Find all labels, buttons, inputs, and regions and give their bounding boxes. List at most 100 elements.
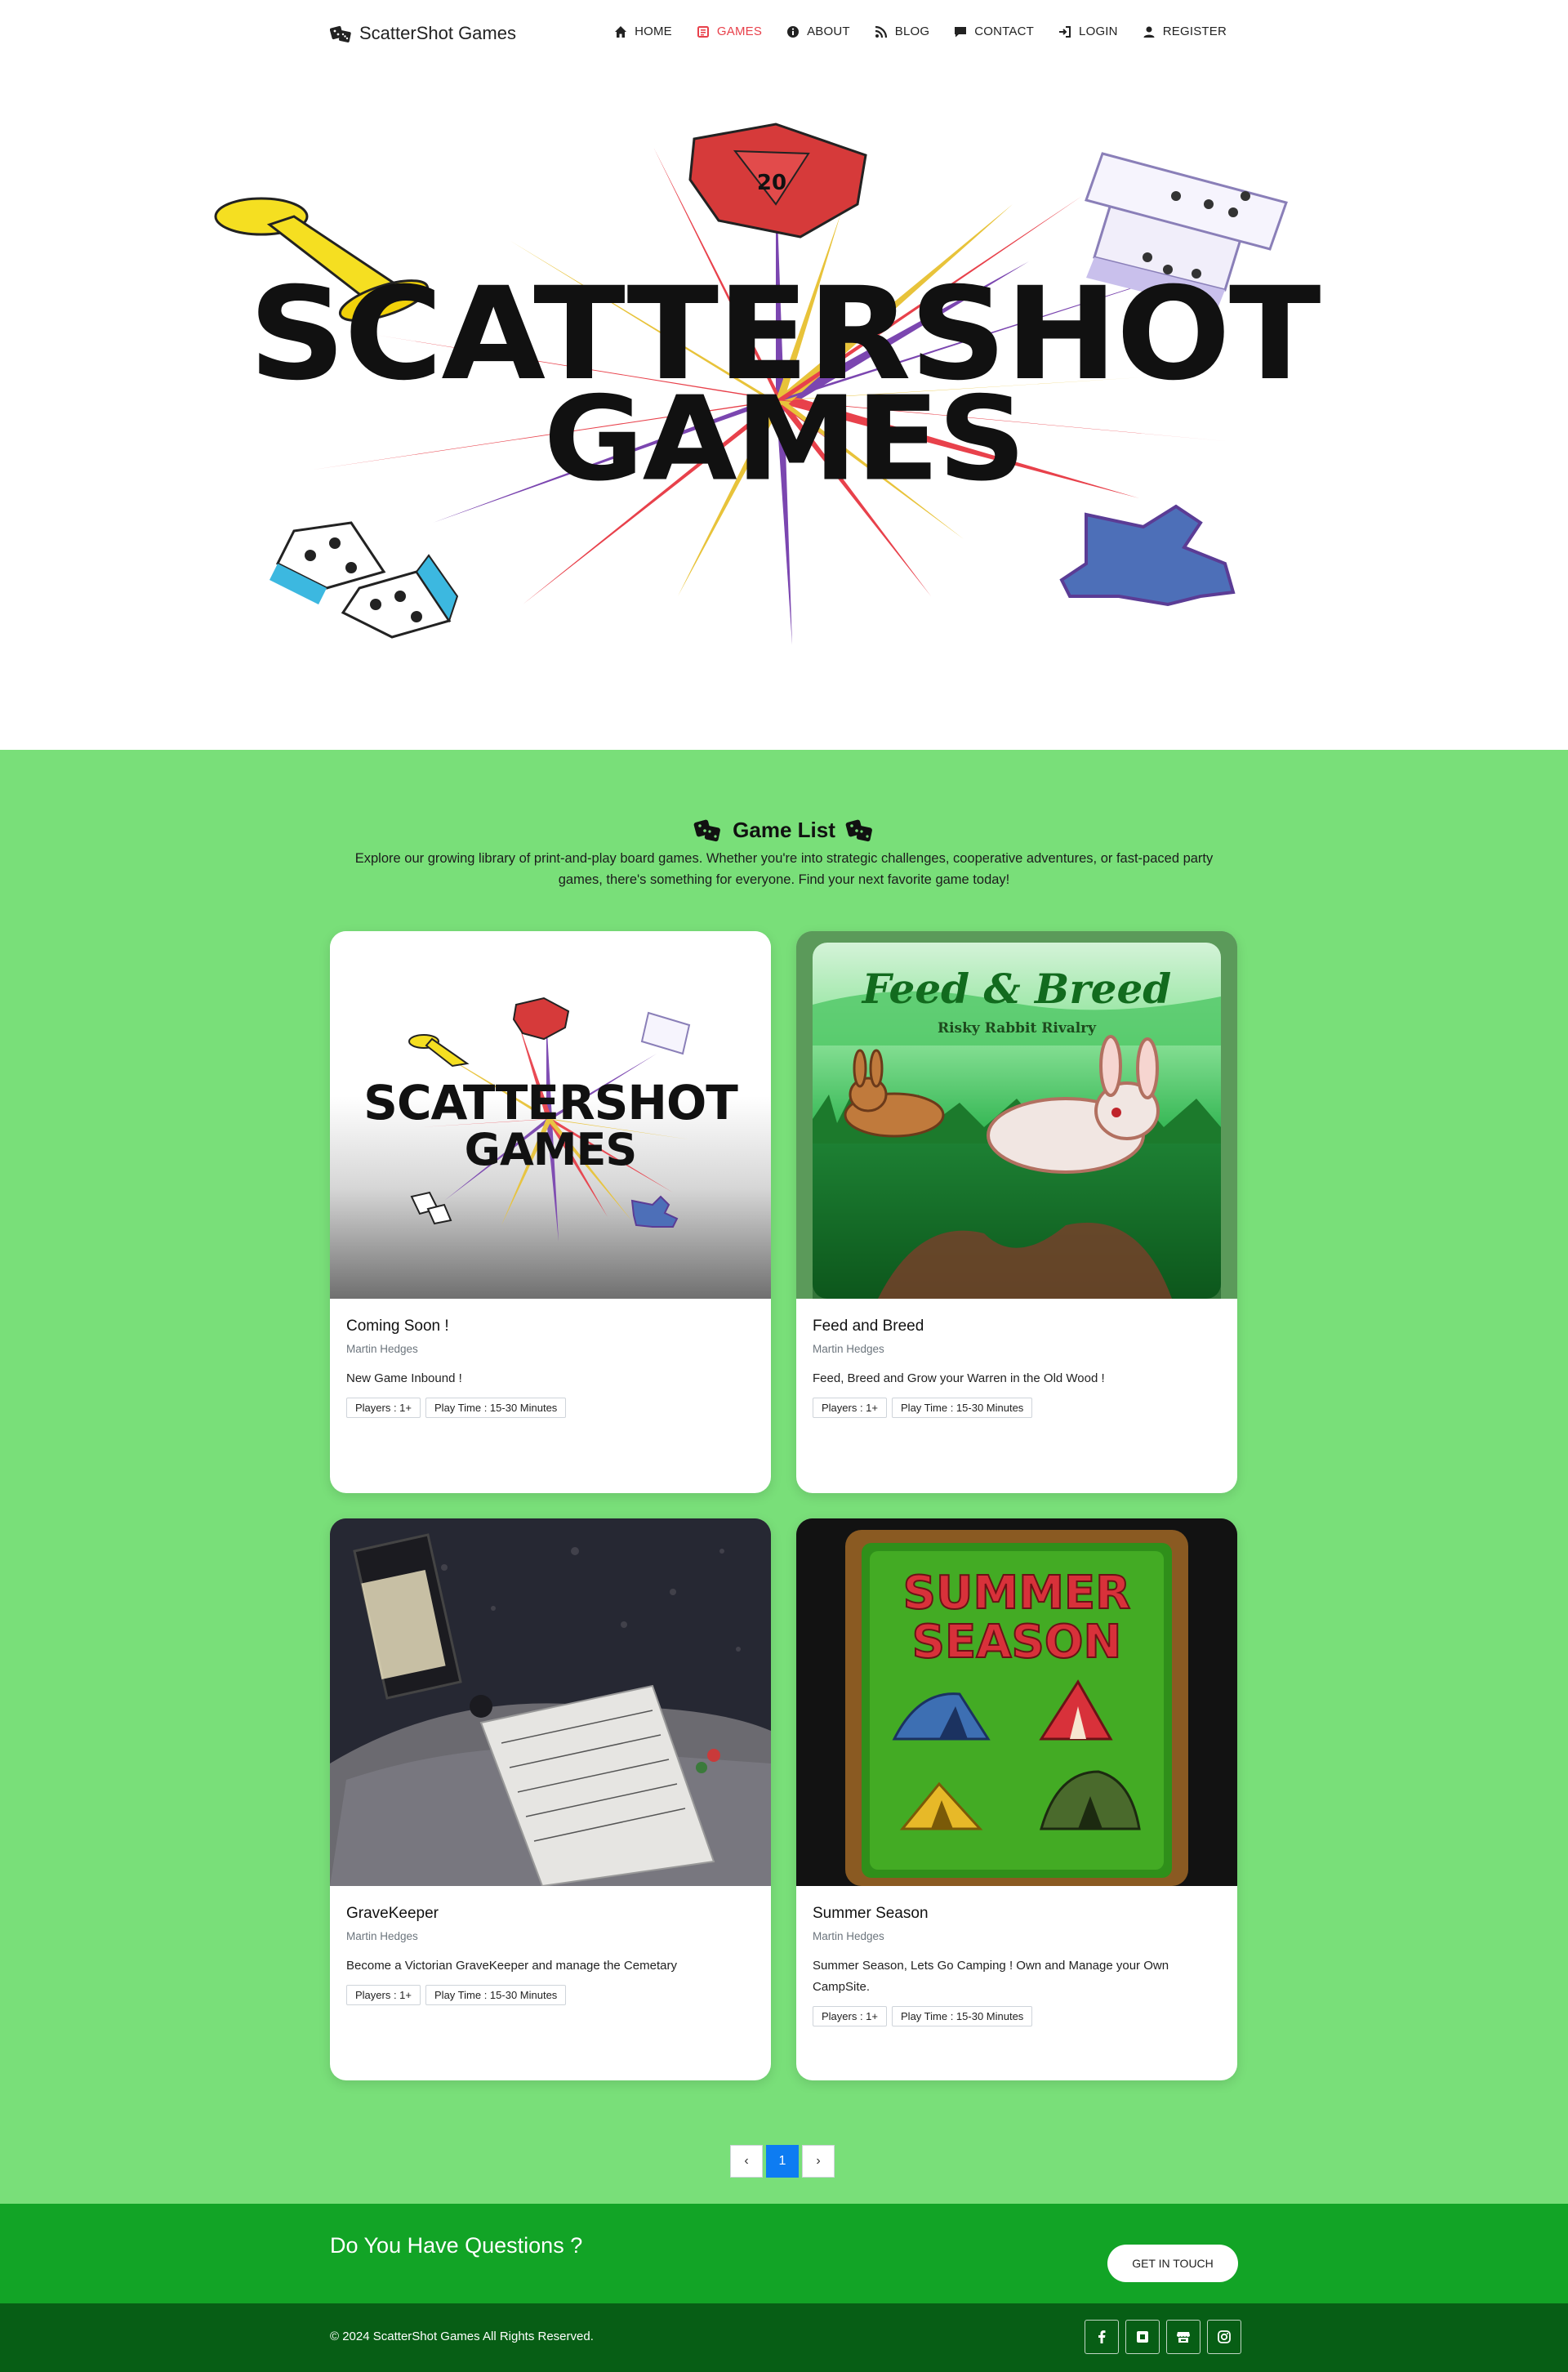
game-list-title: Game List	[0, 817, 1568, 843]
nav-games[interactable]: GAMES	[697, 25, 762, 38]
pagination-page-1[interactable]: 1	[766, 2145, 799, 2178]
login-icon	[1059, 25, 1071, 38]
feed-and-breed-cover: Feed & Breed Risky Rabbit Rivalry	[796, 931, 1237, 1299]
card-author: Martin Hedges	[346, 1343, 418, 1355]
instagram-link[interactable]	[1207, 2320, 1241, 2354]
svg-text:SCATTERSHOT: SCATTERSHOT	[363, 1075, 738, 1130]
svg-text:20: 20	[757, 171, 786, 195]
hero-banner: 20 SCATTERSHOT GAMES	[0, 69, 1568, 750]
hero-logo: 20 SCATTERSHOT GAMES	[214, 123, 1322, 645]
square-icon	[1137, 2331, 1148, 2343]
facebook-icon	[1098, 2330, 1106, 2343]
scattershot-logo-thumbnail: SCATTERSHOT GAMES	[363, 997, 739, 1242]
footer: © 2024 ScatterShot Games All Rights Rese…	[0, 2303, 1568, 2372]
get-in-touch-button[interactable]: GET IN TOUCH	[1107, 2245, 1238, 2282]
svg-text:GAMES: GAMES	[465, 1124, 637, 1175]
svg-text:Feed & Breed: Feed & Breed	[861, 965, 1172, 1013]
nav-home-label: HOME	[635, 25, 672, 38]
games-section: Game List Explore our growing library of…	[0, 750, 1568, 2204]
game-list-description: Explore our growing library of print-and…	[354, 851, 1214, 887]
gravekeeper-photo	[330, 1518, 771, 1886]
players-badge: Players : 1+	[346, 1985, 421, 2005]
nav-contact[interactable]: CONTACT	[954, 25, 1034, 38]
nav-about[interactable]: ABOUT	[786, 25, 850, 38]
game-image: SCATTERSHOT GAMES	[330, 931, 771, 1299]
card-badges: Players : 1+ Play Time : 15-30 Minutes	[813, 2006, 1221, 2026]
nav-blog[interactable]: BLOG	[875, 25, 929, 38]
card-title[interactable]: Summer Season	[813, 1902, 1221, 1925]
card-author: Martin Hedges	[813, 1930, 884, 1942]
nav-login-label: LOGIN	[1079, 25, 1118, 38]
playtime-badge: Play Time : 15-30 Minutes	[892, 2006, 1033, 2026]
game-card-feed-and-breed[interactable]: Feed & Breed Risky Rabbit Rivalry Feed a…	[796, 931, 1237, 1493]
pagination-prev[interactable]: ‹	[730, 2145, 763, 2178]
card-body: Summer Season Martin Hedges Summer Seaso…	[813, 1902, 1221, 2026]
nav-blog-label: BLOG	[894, 25, 930, 38]
square-link[interactable]	[1125, 2320, 1160, 2354]
card-body: GraveKeeper Martin Hedges Become a Victo…	[346, 1902, 755, 2005]
copyright: © 2024 ScatterShot Games All Rights Rese…	[330, 2330, 594, 2343]
cta-banner: Do You Have Questions ? GET IN TOUCH	[0, 2204, 1568, 2303]
card-description: Feed, Breed and Grow your Warren in the …	[813, 1371, 1105, 1385]
svg-text:SEASON: SEASON	[912, 1616, 1122, 1669]
playtime-badge: Play Time : 15-30 Minutes	[425, 1985, 567, 2005]
game-card-gravekeeper[interactable]: GraveKeeper Martin Hedges Become a Victo…	[330, 1518, 771, 2080]
brand-link[interactable]: ScatterShot Games	[330, 23, 516, 44]
card-description: New Game Inbound !	[346, 1371, 462, 1385]
players-badge: Players : 1+	[813, 2006, 888, 2026]
playtime-badge: Play Time : 15-30 Minutes	[425, 1398, 567, 1418]
card-badges: Players : 1+ Play Time : 15-30 Minutes	[813, 1398, 1221, 1418]
card-title[interactable]: GraveKeeper	[346, 1902, 755, 1925]
card-description: Become a Victorian GraveKeeper and manag…	[346, 1959, 677, 1973]
main-nav: HOME GAMES ABOUT BLOG CONTACT LOGIN REGI…	[614, 25, 1227, 38]
meeple-piece	[1059, 504, 1236, 607]
svg-text:SUMMER: SUMMER	[903, 1567, 1131, 1620]
game-image: Feed & Breed Risky Rabbit Rivalry	[796, 931, 1237, 1299]
pagination-next[interactable]: ›	[802, 2145, 835, 2178]
d20-die: 20	[688, 123, 867, 239]
social-links	[1085, 2320, 1241, 2354]
card-description: Summer Season, Lets Go Camping ! Own and…	[813, 1959, 1169, 1994]
nav-register-label: REGISTER	[1162, 25, 1227, 38]
card-author: Martin Hedges	[813, 1343, 884, 1355]
store-icon	[1177, 2332, 1190, 2343]
game-card-coming-soon[interactable]: SCATTERSHOT GAMES Coming Soon ! Martin H…	[330, 931, 771, 1493]
nav-contact-label: CONTACT	[974, 25, 1035, 38]
card-badges: Players : 1+ Play Time : 15-30 Minutes	[346, 1985, 755, 2005]
nav-register[interactable]: REGISTER	[1143, 25, 1227, 38]
nav-home[interactable]: HOME	[614, 25, 672, 38]
store-link[interactable]	[1166, 2320, 1200, 2354]
summer-season-cover: SUMMER SEASON	[796, 1518, 1237, 1886]
playtime-badge: Play Time : 15-30 Minutes	[892, 1398, 1033, 1418]
user-icon	[1143, 26, 1155, 38]
players-badge: Players : 1+	[813, 1398, 888, 1418]
players-badge: Players : 1+	[346, 1398, 421, 1418]
brand-name: ScatterShot Games	[359, 23, 516, 43]
dice-icon	[845, 819, 872, 842]
rss-icon	[875, 25, 887, 38]
card-body: Feed and Breed Martin Hedges Feed, Breed…	[813, 1315, 1221, 1418]
cta-text: Do You Have Questions ?	[330, 2233, 583, 2258]
navbar: ScatterShot Games HOME GAMES ABOUT BLOG …	[0, 0, 1568, 69]
nav-games-label: GAMES	[716, 25, 763, 38]
svg-text:GAMES: GAMES	[544, 371, 1025, 507]
svg-text:Risky Rabbit Rivalry: Risky Rabbit Rivalry	[938, 1020, 1097, 1037]
dice-pair	[270, 521, 459, 639]
game-list-title-text: Game List	[733, 817, 835, 842]
nav-about-label: ABOUT	[807, 25, 850, 38]
game-image: SUMMER SEASON	[796, 1518, 1237, 1886]
game-image	[330, 1518, 771, 1886]
home-icon	[615, 25, 627, 38]
card-author: Martin Hedges	[346, 1930, 418, 1942]
card-title[interactable]: Coming Soon !	[346, 1315, 755, 1338]
game-card-summer-season[interactable]: SUMMER SEASON Summer Season Martin Hedge…	[796, 1518, 1237, 2080]
card-title[interactable]: Feed and Breed	[813, 1315, 1221, 1338]
info-icon	[787, 25, 800, 38]
games-icon	[697, 25, 709, 38]
pagination: ‹ 1 ›	[730, 2145, 835, 2178]
facebook-link[interactable]	[1085, 2320, 1119, 2354]
nav-login[interactable]: LOGIN	[1058, 25, 1118, 38]
card-badges: Players : 1+ Play Time : 15-30 Minutes	[346, 1398, 755, 1418]
dice-icon	[330, 25, 351, 42]
dice-icon	[693, 819, 721, 842]
